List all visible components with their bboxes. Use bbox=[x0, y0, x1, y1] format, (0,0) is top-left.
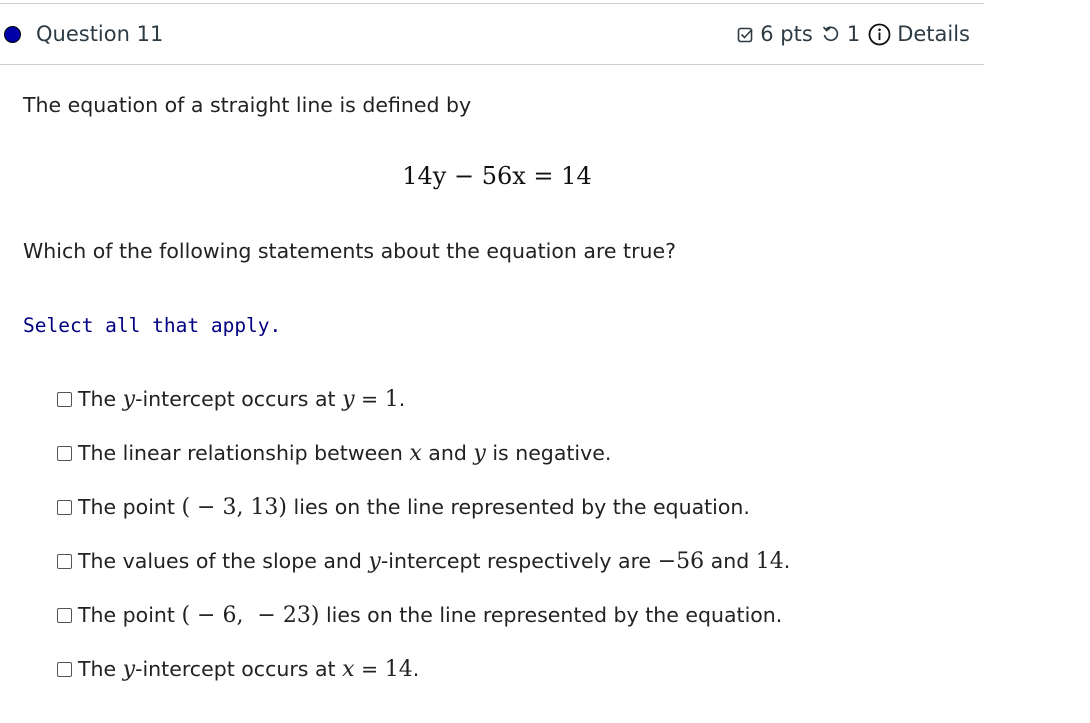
attempts-value: 1 bbox=[846, 22, 861, 46]
question-title: Question 11 bbox=[36, 22, 164, 46]
math-number: 1 bbox=[384, 386, 399, 412]
option-checkbox[interactable] bbox=[57, 391, 72, 407]
answer-option[interactable]: The values of the slope and y-intercept … bbox=[57, 534, 790, 588]
points-value: 6 pts bbox=[760, 22, 813, 46]
math-variable: y bbox=[122, 656, 136, 682]
instruction-text: Select all that apply. bbox=[23, 314, 282, 337]
option-text: The point bbox=[78, 494, 182, 519]
option-label: The y-intercept occurs at x = 14. bbox=[78, 657, 419, 682]
math-number: 14 bbox=[384, 656, 413, 682]
question-title-group: Question 11 bbox=[0, 22, 163, 46]
option-checkbox[interactable] bbox=[57, 553, 72, 569]
question-prompt: Which of the following statements about … bbox=[23, 239, 676, 263]
equation: 14y − 56x = 14 bbox=[402, 162, 592, 190]
details-label[interactable]: Details bbox=[897, 22, 970, 46]
option-text: The bbox=[78, 386, 123, 411]
math-variable: y bbox=[368, 548, 381, 574]
option-text: . bbox=[398, 386, 406, 411]
option-text: . bbox=[412, 656, 420, 681]
option-text: The point bbox=[78, 602, 182, 627]
math-number: 14 bbox=[755, 548, 784, 574]
option-checkbox[interactable] bbox=[57, 661, 72, 677]
answer-option[interactable]: The y-intercept occurs at y = 1. bbox=[57, 372, 790, 426]
question-status-dot-icon bbox=[4, 25, 21, 43]
answer-option[interactable]: The point ( − 6, − 23) lies on the line … bbox=[57, 588, 790, 642]
points-indicator: 6 pts bbox=[737, 22, 813, 46]
answer-options: The y-intercept occurs at y = 1. The line… bbox=[57, 372, 790, 696]
math-variable: x bbox=[409, 440, 422, 466]
option-text: lies on the line represented by the equa… bbox=[319, 602, 783, 627]
question-intro: The equation of a straight line is defin… bbox=[23, 93, 472, 117]
option-checkbox[interactable] bbox=[57, 499, 72, 515]
answer-option[interactable]: The linear relationship between x and y … bbox=[57, 426, 790, 480]
details-button[interactable]: Details bbox=[868, 22, 970, 46]
option-text: -intercept occurs at bbox=[135, 386, 343, 411]
option-label: The values of the slope and y-intercept … bbox=[78, 549, 790, 574]
math-number: −56 bbox=[657, 548, 705, 574]
option-text: The linear relationship between bbox=[78, 440, 410, 465]
option-text: is negative. bbox=[485, 440, 612, 465]
math-number: ( − 6, − 23) bbox=[181, 602, 320, 628]
option-text: . bbox=[783, 548, 791, 573]
info-icon bbox=[868, 23, 891, 45]
question-header: Question 11 6 pts 1 Details bbox=[0, 3, 984, 65]
retry-icon bbox=[822, 26, 839, 42]
math-number: ( − 3, 13) bbox=[181, 494, 288, 520]
option-text: -intercept occurs at bbox=[135, 656, 343, 681]
question-meta: 6 pts 1 Details bbox=[737, 22, 970, 46]
math-variable: y bbox=[342, 386, 355, 412]
answer-option[interactable]: The y-intercept occurs at x = 14. bbox=[57, 642, 790, 696]
option-text: and bbox=[421, 440, 474, 465]
math-variable: y bbox=[122, 386, 136, 412]
option-text: The bbox=[78, 656, 123, 681]
checkbox-checked-icon bbox=[737, 27, 753, 42]
option-text: = bbox=[354, 386, 385, 411]
option-label: The point ( − 6, − 23) lies on the line … bbox=[78, 603, 782, 628]
option-text: -intercept respectively are bbox=[380, 548, 658, 573]
option-text: and bbox=[704, 548, 756, 573]
answer-option[interactable]: The point ( − 3, 13) lies on the line re… bbox=[57, 480, 790, 534]
math-variable: x bbox=[342, 656, 355, 682]
option-checkbox[interactable] bbox=[57, 607, 72, 623]
option-label: The linear relationship between x and y … bbox=[78, 441, 611, 466]
option-text: The values of the slope and bbox=[78, 548, 369, 573]
option-checkbox[interactable] bbox=[57, 445, 72, 461]
attempts-indicator: 1 bbox=[821, 22, 860, 46]
option-label: The point ( − 3, 13) lies on the line re… bbox=[78, 495, 750, 520]
option-label: The y-intercept occurs at y = 1. bbox=[78, 387, 405, 412]
option-text: = bbox=[354, 656, 385, 681]
math-variable: y bbox=[473, 440, 486, 466]
option-text: lies on the line represented by the equa… bbox=[287, 494, 750, 519]
